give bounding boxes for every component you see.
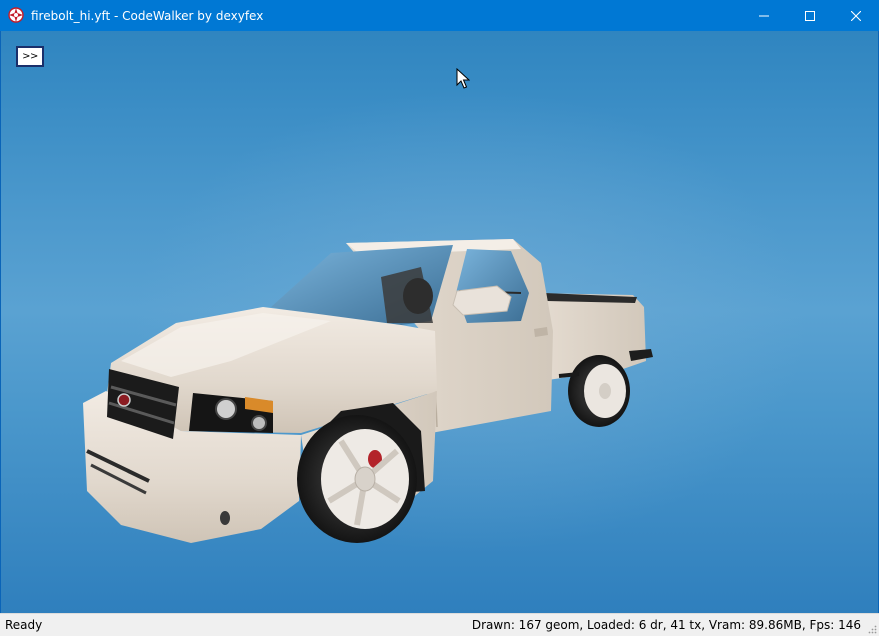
mouse-cursor-icon: [456, 68, 470, 89]
title-bar[interactable]: firebolt_hi.yft - CodeWalker by dexyfex: [0, 0, 879, 31]
3d-viewport[interactable]: >>: [1, 31, 878, 613]
minimize-icon: [759, 15, 769, 16]
close-button[interactable]: [833, 0, 879, 31]
status-ready: Ready: [5, 618, 43, 632]
close-icon: [851, 10, 861, 21]
status-bar: Ready Drawn: 167 geom, Loaded: 6 dr, 41 …: [0, 613, 879, 636]
resize-grip-icon[interactable]: [867, 624, 877, 634]
minimize-button[interactable]: [741, 0, 787, 31]
maximize-button[interactable]: [787, 0, 833, 31]
maximize-icon: [805, 10, 815, 21]
codewalker-app-icon: [8, 7, 24, 23]
status-stats: Drawn: 167 geom, Loaded: 6 dr, 41 tx, Vr…: [471, 618, 861, 632]
window-title: firebolt_hi.yft - CodeWalker by dexyfex: [31, 9, 264, 23]
pickup-truck-model: [83, 239, 653, 543]
